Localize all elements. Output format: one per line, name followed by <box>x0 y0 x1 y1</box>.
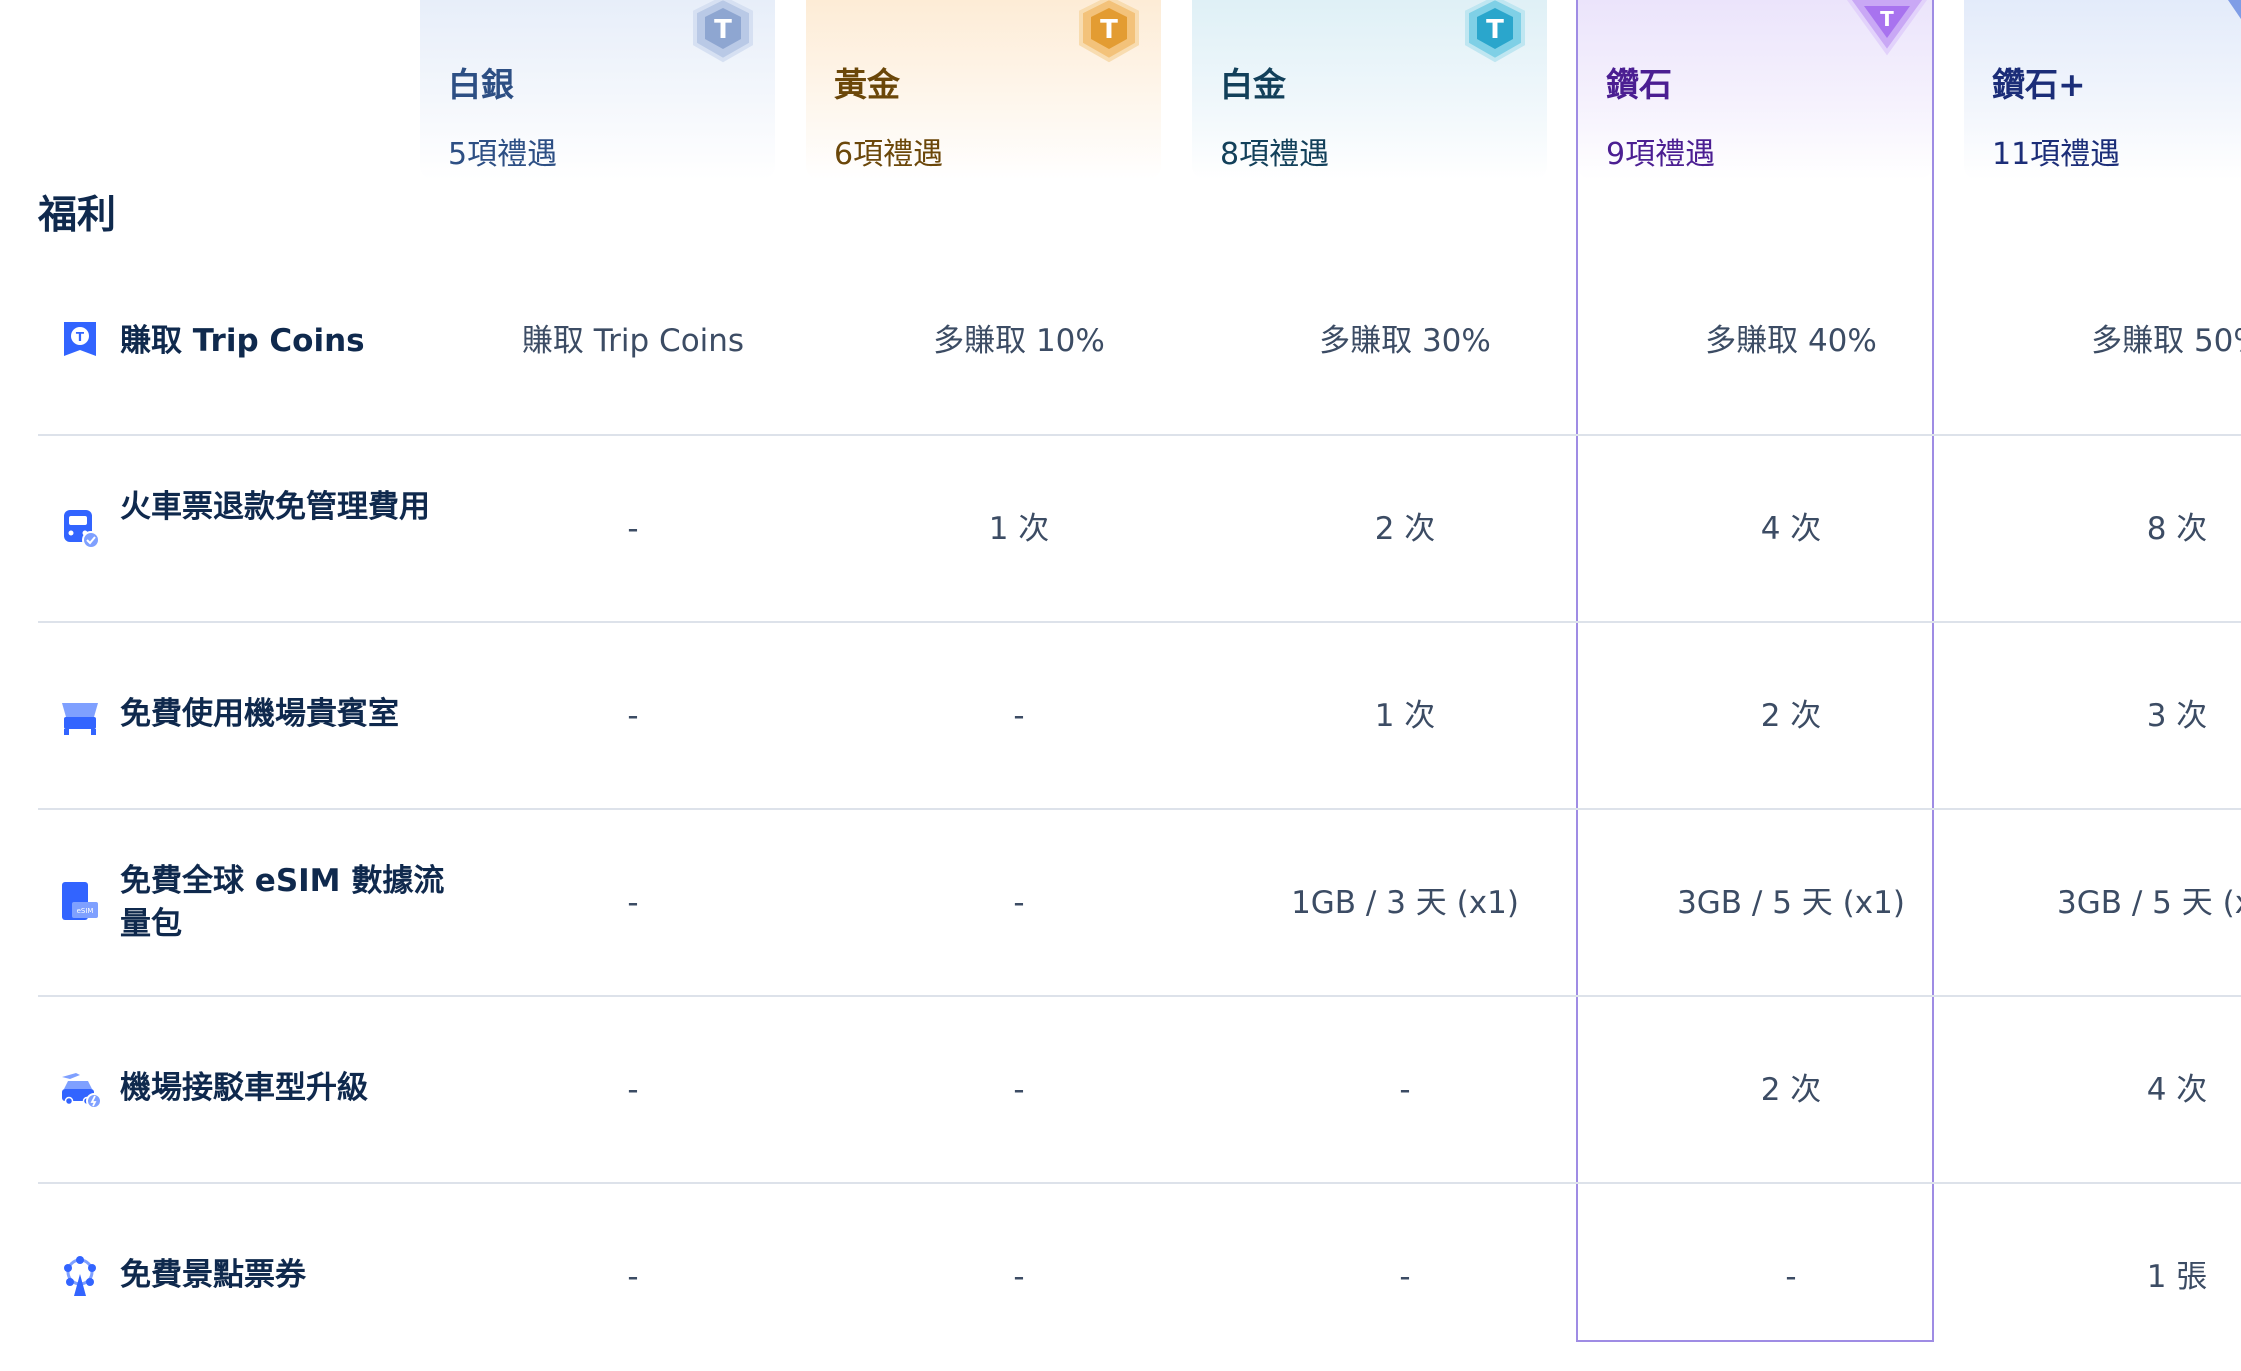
trip-coins-icon: T <box>64 322 96 356</box>
tier-card-diamond-plus[interactable]: 鑽石+ 11項禮遇 <box>1964 0 2241 180</box>
benefit-value-diamond-plus: 3GB / 5 天 (x2 <box>2057 888 2241 919</box>
benefit-row-airport-lounge: 免費使用機場貴賓室 - - 1 次 2 次 3 次 <box>38 623 2241 810</box>
benefit-value-gold: - <box>1013 885 1025 921</box>
tier-card-diamond[interactable]: T 鑽石 9項禮遇 <box>1578 0 1932 180</box>
benefit-value-silver: - <box>627 885 639 921</box>
diamond-tier-badge-icon: T <box>1846 0 1928 56</box>
benefit-row-attraction-ticket: 免費景點票券 - - - - 1 張 <box>38 1184 2241 1371</box>
benefit-value-diamond: 2 次 <box>1760 1072 1822 1108</box>
benefit-label: 賺取 Trip Coins <box>120 323 365 359</box>
benefit-value-silver: - <box>627 511 639 547</box>
tier-name: 鑽石 <box>1606 65 1672 104</box>
benefit-value-gold: - <box>1013 1259 1025 1295</box>
svg-text:eSIM: eSIM <box>77 907 94 915</box>
train-ticket-icon <box>64 510 100 549</box>
tier-name: 黃金 <box>834 65 900 104</box>
benefit-row-train-refund: 火車票退款免管理費用 - 1 次 2 次 4 次 8 次 <box>38 436 2241 623</box>
benefit-value-silver: 賺取 Trip Coins <box>521 323 745 359</box>
benefit-value-platinum: 多賺取 30% <box>1319 323 1491 359</box>
svg-text:T: T <box>1100 15 1118 45</box>
svg-text:T: T <box>1880 7 1894 31</box>
silver-tier-badge-icon: T <box>693 0 753 63</box>
svg-text:T: T <box>1486 15 1504 45</box>
benefit-value-diamond: 3GB / 5 天 (x1) <box>1677 885 1905 921</box>
diamond-plus-tier-badge-icon <box>2228 0 2241 20</box>
tier-card-gold[interactable]: T 黃金 6項禮遇 <box>806 0 1161 180</box>
benefit-value-silver: - <box>627 1072 639 1108</box>
tier-perk-count: 6項禮遇 <box>834 137 944 172</box>
benefit-value-diamond-plus: 多賺取 50% <box>2091 323 2241 359</box>
airport-transfer-car-icon <box>62 1073 102 1109</box>
gold-tier-badge-icon: T <box>1079 0 1139 63</box>
benefit-label: 機場接駁車型升級 <box>120 1070 368 1106</box>
benefit-value-diamond: 4 次 <box>1760 511 1822 547</box>
benefit-value-platinum: 1GB / 3 天 (x1) <box>1291 885 1519 921</box>
tier-name: 白銀 <box>448 65 514 104</box>
benefit-label: 火車票退款免管理費用 <box>120 489 430 525</box>
tier-perk-count: 5項禮遇 <box>448 137 558 172</box>
benefit-value-diamond-plus: 3 次 <box>2146 698 2208 734</box>
benefit-label: 免費使用機場貴賓室 <box>120 696 399 732</box>
tier-name: 白金 <box>1220 65 1286 104</box>
benefit-row-esim: eSIM 免費全球 eSIM 數據流量包 - - 1GB / 3 天 (x1) … <box>38 810 2241 997</box>
section-title-benefits: 福利 <box>38 193 117 238</box>
tier-perk-count: 11項禮遇 <box>1992 137 2121 172</box>
benefit-value-diamond: 多賺取 40% <box>1705 323 1877 359</box>
benefit-value-gold: - <box>1013 1072 1025 1108</box>
svg-text:T: T <box>714 15 732 45</box>
benefit-value-platinum: 1 次 <box>1374 698 1436 734</box>
benefit-label: 免費景點票券 <box>120 1257 306 1293</box>
benefit-value-diamond-plus: 4 次 <box>2146 1072 2208 1108</box>
tier-perk-count: 8項禮遇 <box>1220 137 1330 172</box>
benefit-row-airport-transfer: 機場接駁車型升級 - - - 2 次 4 次 <box>38 997 2241 1184</box>
benefit-value-silver: - <box>627 1259 639 1295</box>
benefit-value-platinum: 2 次 <box>1374 511 1436 547</box>
platinum-tier-badge-icon: T <box>1465 0 1525 63</box>
tier-card-platinum[interactable]: T 白金 8項禮遇 <box>1192 0 1547 180</box>
benefit-value-diamond-plus: 8 次 <box>2146 511 2208 547</box>
benefit-value-diamond: 2 次 <box>1760 698 1822 734</box>
lounge-seat-icon <box>62 703 98 735</box>
benefit-value-platinum: - <box>1399 1072 1411 1108</box>
attraction-ticket-icon <box>64 1256 96 1296</box>
tier-card-silver[interactable]: T 白銀 5項禮遇 <box>420 0 775 180</box>
benefit-value-silver: - <box>627 698 639 734</box>
benefit-value-gold: 多賺取 10% <box>933 323 1105 359</box>
benefit-value-platinum: - <box>1399 1259 1411 1295</box>
benefit-value-diamond-plus: 1 張 <box>2146 1259 2208 1295</box>
benefit-value-diamond: - <box>1785 1259 1797 1295</box>
benefit-label: 免費全球 eSIM 數據流量包 <box>120 863 445 942</box>
benefit-value-gold: - <box>1013 698 1025 734</box>
tier-name: 鑽石+ <box>1992 65 2086 104</box>
tier-perk-count: 9項禮遇 <box>1606 137 1716 172</box>
svg-text:T: T <box>76 330 85 344</box>
benefit-value-gold: 1 次 <box>988 511 1050 547</box>
esim-icon: eSIM <box>62 882 98 920</box>
benefit-row-trip-coins: T 賺取 Trip Coins 賺取 Trip Coins 多賺取 10% 多賺… <box>38 248 2241 435</box>
